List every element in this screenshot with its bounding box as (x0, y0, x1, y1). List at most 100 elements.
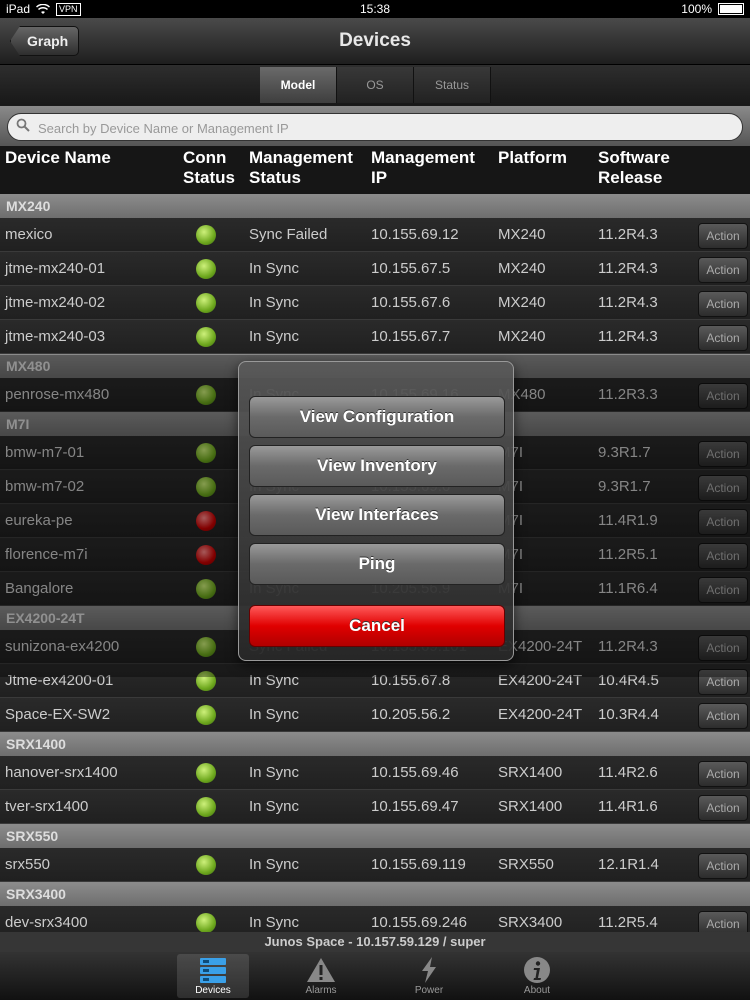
table-row[interactable]: tver-srx1400 In Sync 10.155.69.47 SRX1400 11… (0, 790, 750, 824)
mgmt-ip-cell: 10.155.69.246 (371, 914, 467, 931)
connection-status-icon (196, 327, 216, 347)
release-cell: 11.4R1.6 (598, 798, 658, 815)
platform-cell: SRX3400 (498, 914, 563, 931)
table-row[interactable]: mexico Sync Failed 10.155.69.12 MX240 11.2R4… (0, 218, 750, 252)
action-popover: View Configuration View Inventory View I… (238, 361, 514, 661)
segment-status[interactable]: Status (414, 67, 491, 103)
release-cell: 10.3R4.4 (598, 706, 659, 723)
release-cell: 12.1R1.4 (598, 856, 659, 873)
table-row[interactable]: Space-EX-SW2 In Sync 10.205.56.2 EX4200-24T… (0, 698, 750, 732)
view-inventory-button[interactable]: View Inventory (249, 445, 505, 487)
tab-label: About (523, 985, 551, 996)
col-conn-status[interactable]: Conn Status (183, 148, 243, 188)
col-platform[interactable]: Platform (498, 148, 567, 168)
action-button[interactable]: Action (698, 325, 748, 351)
devices-icon (200, 958, 226, 983)
nav-bar: Graph Devices (0, 18, 750, 65)
table-row[interactable]: jtme-mx240-02 In Sync 10.155.67.6 MX240 11.2… (0, 286, 750, 320)
segment-os[interactable]: OS (337, 67, 414, 103)
table-row[interactable]: srx550 In Sync 10.155.69.119 SRX550 12.1R1.4… (0, 848, 750, 882)
release-cell: 11.4R2.6 (598, 764, 658, 781)
platform-cell: MX240 (498, 226, 546, 243)
page-title: Devices (339, 30, 411, 51)
cancel-button[interactable]: Cancel (249, 605, 505, 647)
mgmt-status-cell: In Sync (249, 856, 300, 873)
platform-cell: SRX1400 (498, 798, 563, 815)
tab-label: Power (414, 985, 444, 996)
release-cell: 11.2R4.3 (598, 328, 658, 345)
table-row[interactable]: jtme-mx240-03 In Sync 10.155.67.7 MX240 11.2… (0, 320, 750, 354)
connection-status-icon (196, 763, 216, 783)
platform-cell: SRX550 (498, 856, 554, 873)
device-name-cell: jtme-mx240-01 (5, 260, 106, 277)
release-cell: 11.2R4.3 (598, 294, 658, 311)
action-button[interactable]: Action (698, 223, 748, 249)
release-cell: 11.2R4.3 (598, 260, 658, 277)
tab-label: Devices (195, 985, 231, 996)
tab-alarms[interactable]: Alarms (285, 954, 357, 998)
mgmt-ip-cell: 10.205.56.2 (371, 706, 451, 723)
clock: 15:38 (359, 2, 391, 16)
device-name-cell: dev-srx3400 (5, 914, 88, 931)
table-row[interactable]: jtme-mx240-01 In Sync 10.155.67.5 MX240 11.2… (0, 252, 750, 286)
col-software-release[interactable]: Software Release (598, 148, 688, 188)
action-button[interactable]: Action (698, 291, 748, 317)
mgmt-ip-cell: 10.155.69.119 (371, 856, 466, 873)
view-configuration-button[interactable]: View Configuration (249, 396, 505, 438)
connection-status-icon (196, 855, 216, 875)
alarm-icon (307, 958, 335, 982)
tab-label: Alarms (305, 985, 337, 996)
mgmt-ip-cell: 10.155.69.47 (371, 798, 459, 815)
platform-cell: MX240 (498, 260, 546, 277)
view-interfaces-button[interactable]: View Interfaces (249, 494, 505, 536)
connection-status-icon (196, 225, 216, 245)
mgmt-status-cell: In Sync (249, 294, 300, 311)
search-icon (16, 118, 30, 132)
platform-cell: MX240 (498, 294, 546, 311)
device-name-cell: jtme-mx240-02 (5, 294, 106, 311)
release-cell: 11.2R5.4 (598, 914, 658, 931)
col-device-name[interactable]: Device Name (5, 148, 111, 168)
release-cell: 11.2R4.3 (598, 226, 658, 243)
search-bar (0, 106, 750, 146)
action-button[interactable]: Action (698, 761, 748, 787)
server-info: Junos Space - 10.157.59.129 / super (0, 932, 750, 952)
group-header: SRX550 (0, 824, 750, 848)
ping-button[interactable]: Ping (249, 543, 505, 585)
platform-cell: EX4200-24T (498, 706, 583, 723)
device-name-cell: srx550 (5, 856, 51, 873)
mgmt-status-cell: In Sync (249, 798, 300, 815)
platform-cell: MX240 (498, 328, 546, 345)
tab-about[interactable]: About (501, 954, 573, 998)
action-button[interactable]: Action (698, 257, 748, 283)
device-name-cell: mexico (5, 226, 53, 243)
connection-status-icon (196, 705, 216, 725)
col-mgmt-ip[interactable]: Management IP (371, 148, 491, 188)
device-name-cell: Space-EX-SW2 (5, 706, 111, 723)
mgmt-ip-cell: 10.155.67.6 (371, 294, 451, 311)
platform-cell: SRX1400 (498, 764, 563, 781)
group-header: SRX1400 (0, 732, 750, 756)
tab-bar: Devices Alarms Power About (0, 952, 750, 1000)
tab-devices[interactable]: Devices (177, 954, 249, 998)
mgmt-status-cell: Sync Failed (249, 226, 328, 243)
mgmt-status-cell: In Sync (249, 914, 300, 931)
connection-status-icon (196, 913, 216, 933)
mgmt-ip-cell: 10.155.69.46 (371, 764, 459, 781)
power-icon (422, 957, 436, 983)
group-header: MX240 (0, 194, 750, 218)
device-name-cell: tver-srx1400 (5, 798, 89, 815)
action-button[interactable]: Action (698, 703, 748, 729)
connection-status-icon (196, 293, 216, 313)
col-mgmt-status[interactable]: Management Status (249, 148, 367, 188)
group-header: SRX3400 (0, 882, 750, 906)
action-button[interactable]: Action (698, 795, 748, 821)
segment-model[interactable]: Model (260, 67, 337, 103)
table-row[interactable]: hanover-srx1400 In Sync 10.155.69.46 SRX140… (0, 756, 750, 790)
action-button[interactable]: Action (698, 853, 748, 879)
tab-power[interactable]: Power (393, 954, 465, 998)
search-input[interactable] (36, 114, 730, 142)
status-bar: iPad VPN 15:38 100% (0, 0, 750, 18)
mgmt-ip-cell: 10.155.69.12 (371, 226, 459, 243)
segmented-bar: Model OS Status (0, 65, 750, 105)
